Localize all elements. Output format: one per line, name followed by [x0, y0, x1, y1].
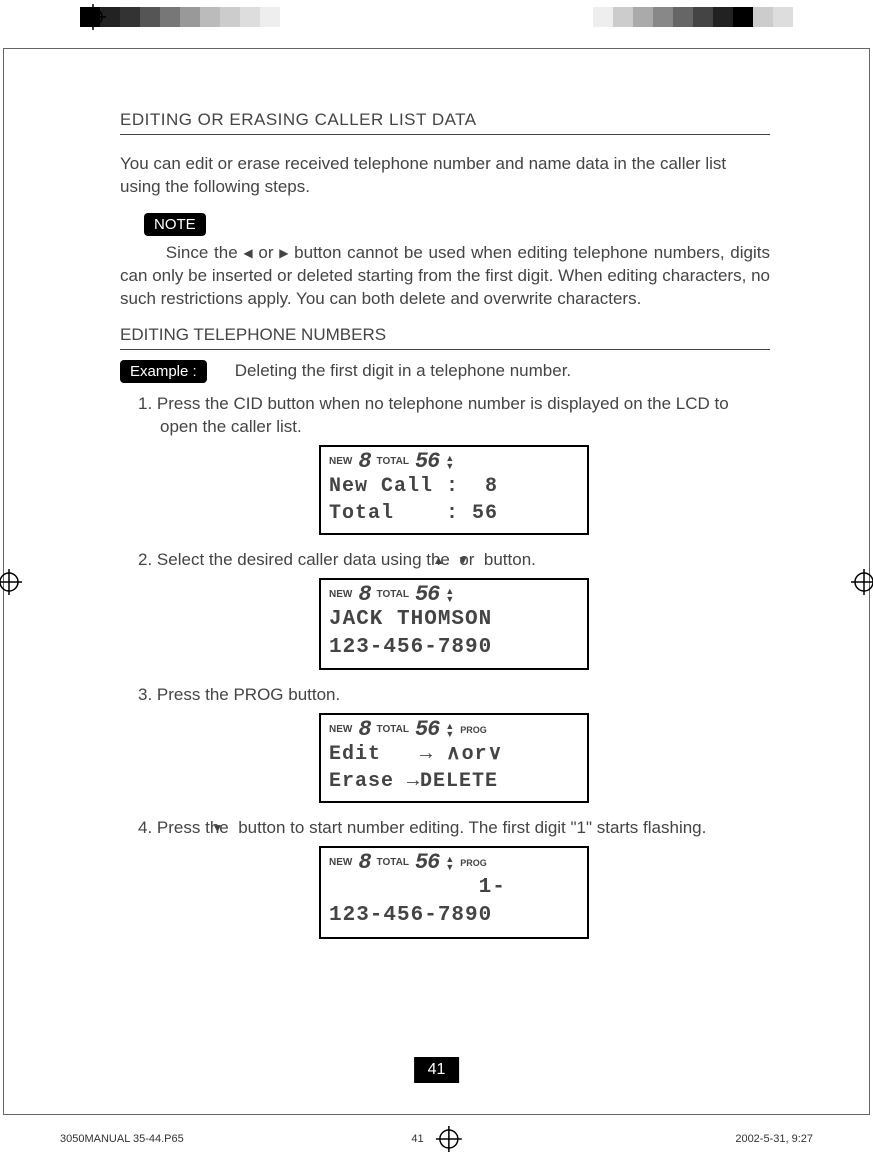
footer: 3050MANUAL 35-44.P65 41 2002-5-31, 9:27 [60, 1133, 813, 1145]
lcd-line-1: Edit → ∧or∨ [329, 741, 579, 768]
lcd-total-label: TOTAL [377, 856, 409, 870]
step-1: 1. Press the CID button when no telephon… [138, 393, 770, 535]
note-body: Since the ◀ or ▶ button cannot be used w… [120, 242, 770, 311]
lcd-total-label: TOTAL [377, 455, 409, 469]
lcd-line-2: 123-456-7890 [329, 902, 579, 930]
page-content: EDITING OR ERASING CALLER LIST DATA You … [120, 110, 770, 953]
lcd-total-label: TOTAL [377, 723, 409, 737]
lcd-line-1: 1- [329, 874, 579, 902]
up-down-icon: ▲▼ [445, 587, 454, 603]
note-text: Since the [166, 243, 244, 262]
step-number: 4. [138, 818, 152, 837]
lcd-new-label: NEW [329, 723, 352, 737]
intro-text: You can edit or erase received telephone… [120, 153, 770, 199]
lcd-line-2: Erase →DELETE [329, 768, 579, 795]
example-badge: Example : [120, 360, 207, 383]
lcd-line-1: JACK THOMSON [329, 606, 579, 634]
lcd-total-count: 56 [415, 447, 439, 477]
left-arrow-icon: ◀ [243, 245, 252, 261]
step-number: 3. [138, 685, 152, 704]
subsection-title: EDITING TELEPHONE NUMBERS [120, 325, 770, 350]
up-down-icon: ▲▼ [445, 722, 454, 738]
step-text: button to start number editing. The firs… [233, 818, 706, 837]
example-row: Example : Deleting the first digit in a … [120, 360, 770, 383]
lcd-line-2: 123-456-7890 [329, 634, 579, 662]
lcd-new-label: NEW [329, 588, 352, 602]
step-text: Press the PROG button. [157, 685, 340, 704]
step-2: 2. Select the desired caller data using … [138, 549, 770, 671]
lcd-total-count: 56 [415, 580, 439, 610]
lcd-line-1: New Call : 8 [329, 473, 579, 500]
step-text: Select the desired caller data using the [157, 550, 455, 569]
registration-mark-icon [0, 569, 22, 595]
footer-date: 2002-5-31, 9:27 [735, 1133, 813, 1145]
lcd-prog-label: PROG [460, 724, 487, 736]
registration-mark-icon [80, 4, 106, 30]
lcd-new-label: NEW [329, 856, 352, 870]
lcd-total-label: TOTAL [377, 588, 409, 602]
step-number: 1. [138, 394, 152, 413]
section-title: EDITING OR ERASING CALLER LIST DATA [120, 110, 770, 135]
footer-page: 41 [411, 1133, 423, 1145]
lcd-new-count: 8 [358, 580, 370, 610]
registration-mark-icon [436, 1126, 462, 1152]
lcd-display: NEW 8 TOTAL 56 ▲▼ PROG 1- 123-456-7890 [319, 846, 589, 939]
up-down-icon: ▲▼ [445, 855, 454, 871]
lcd-new-label: NEW [329, 455, 352, 469]
up-down-icon: ▲▼ [445, 454, 454, 470]
step-4: 4. Press the ▼ button to start number ed… [138, 817, 770, 939]
lcd-prog-label: PROG [460, 857, 487, 869]
lcd-display: NEW 8 TOTAL 56 ▲▼ PROG Edit → ∧or∨ Erase… [319, 713, 589, 803]
step-3: 3. Press the PROG button. NEW 8 TOTAL 56… [138, 684, 770, 803]
footer-file: 3050MANUAL 35-44.P65 [60, 1133, 184, 1145]
lcd-display: NEW 8 TOTAL 56 ▲▼ New Call : 8 Total : 5… [319, 445, 589, 535]
example-text: Deleting the first digit in a telephone … [235, 361, 571, 381]
step-text: Press the CID button when no telephone n… [157, 394, 729, 436]
page-number: 41 [414, 1057, 460, 1083]
lcd-display: NEW 8 TOTAL 56 ▲▼ JACK THOMSON 123-456-7… [319, 578, 589, 671]
note-text: or [253, 243, 280, 262]
step-text: button. [479, 550, 536, 569]
lcd-line-2: Total : 56 [329, 500, 579, 527]
registration-mark-icon [851, 569, 873, 595]
note-badge: NOTE [144, 213, 206, 236]
step-number: 2. [138, 550, 152, 569]
printer-colorbar [80, 7, 793, 27]
lcd-new-count: 8 [358, 447, 370, 477]
